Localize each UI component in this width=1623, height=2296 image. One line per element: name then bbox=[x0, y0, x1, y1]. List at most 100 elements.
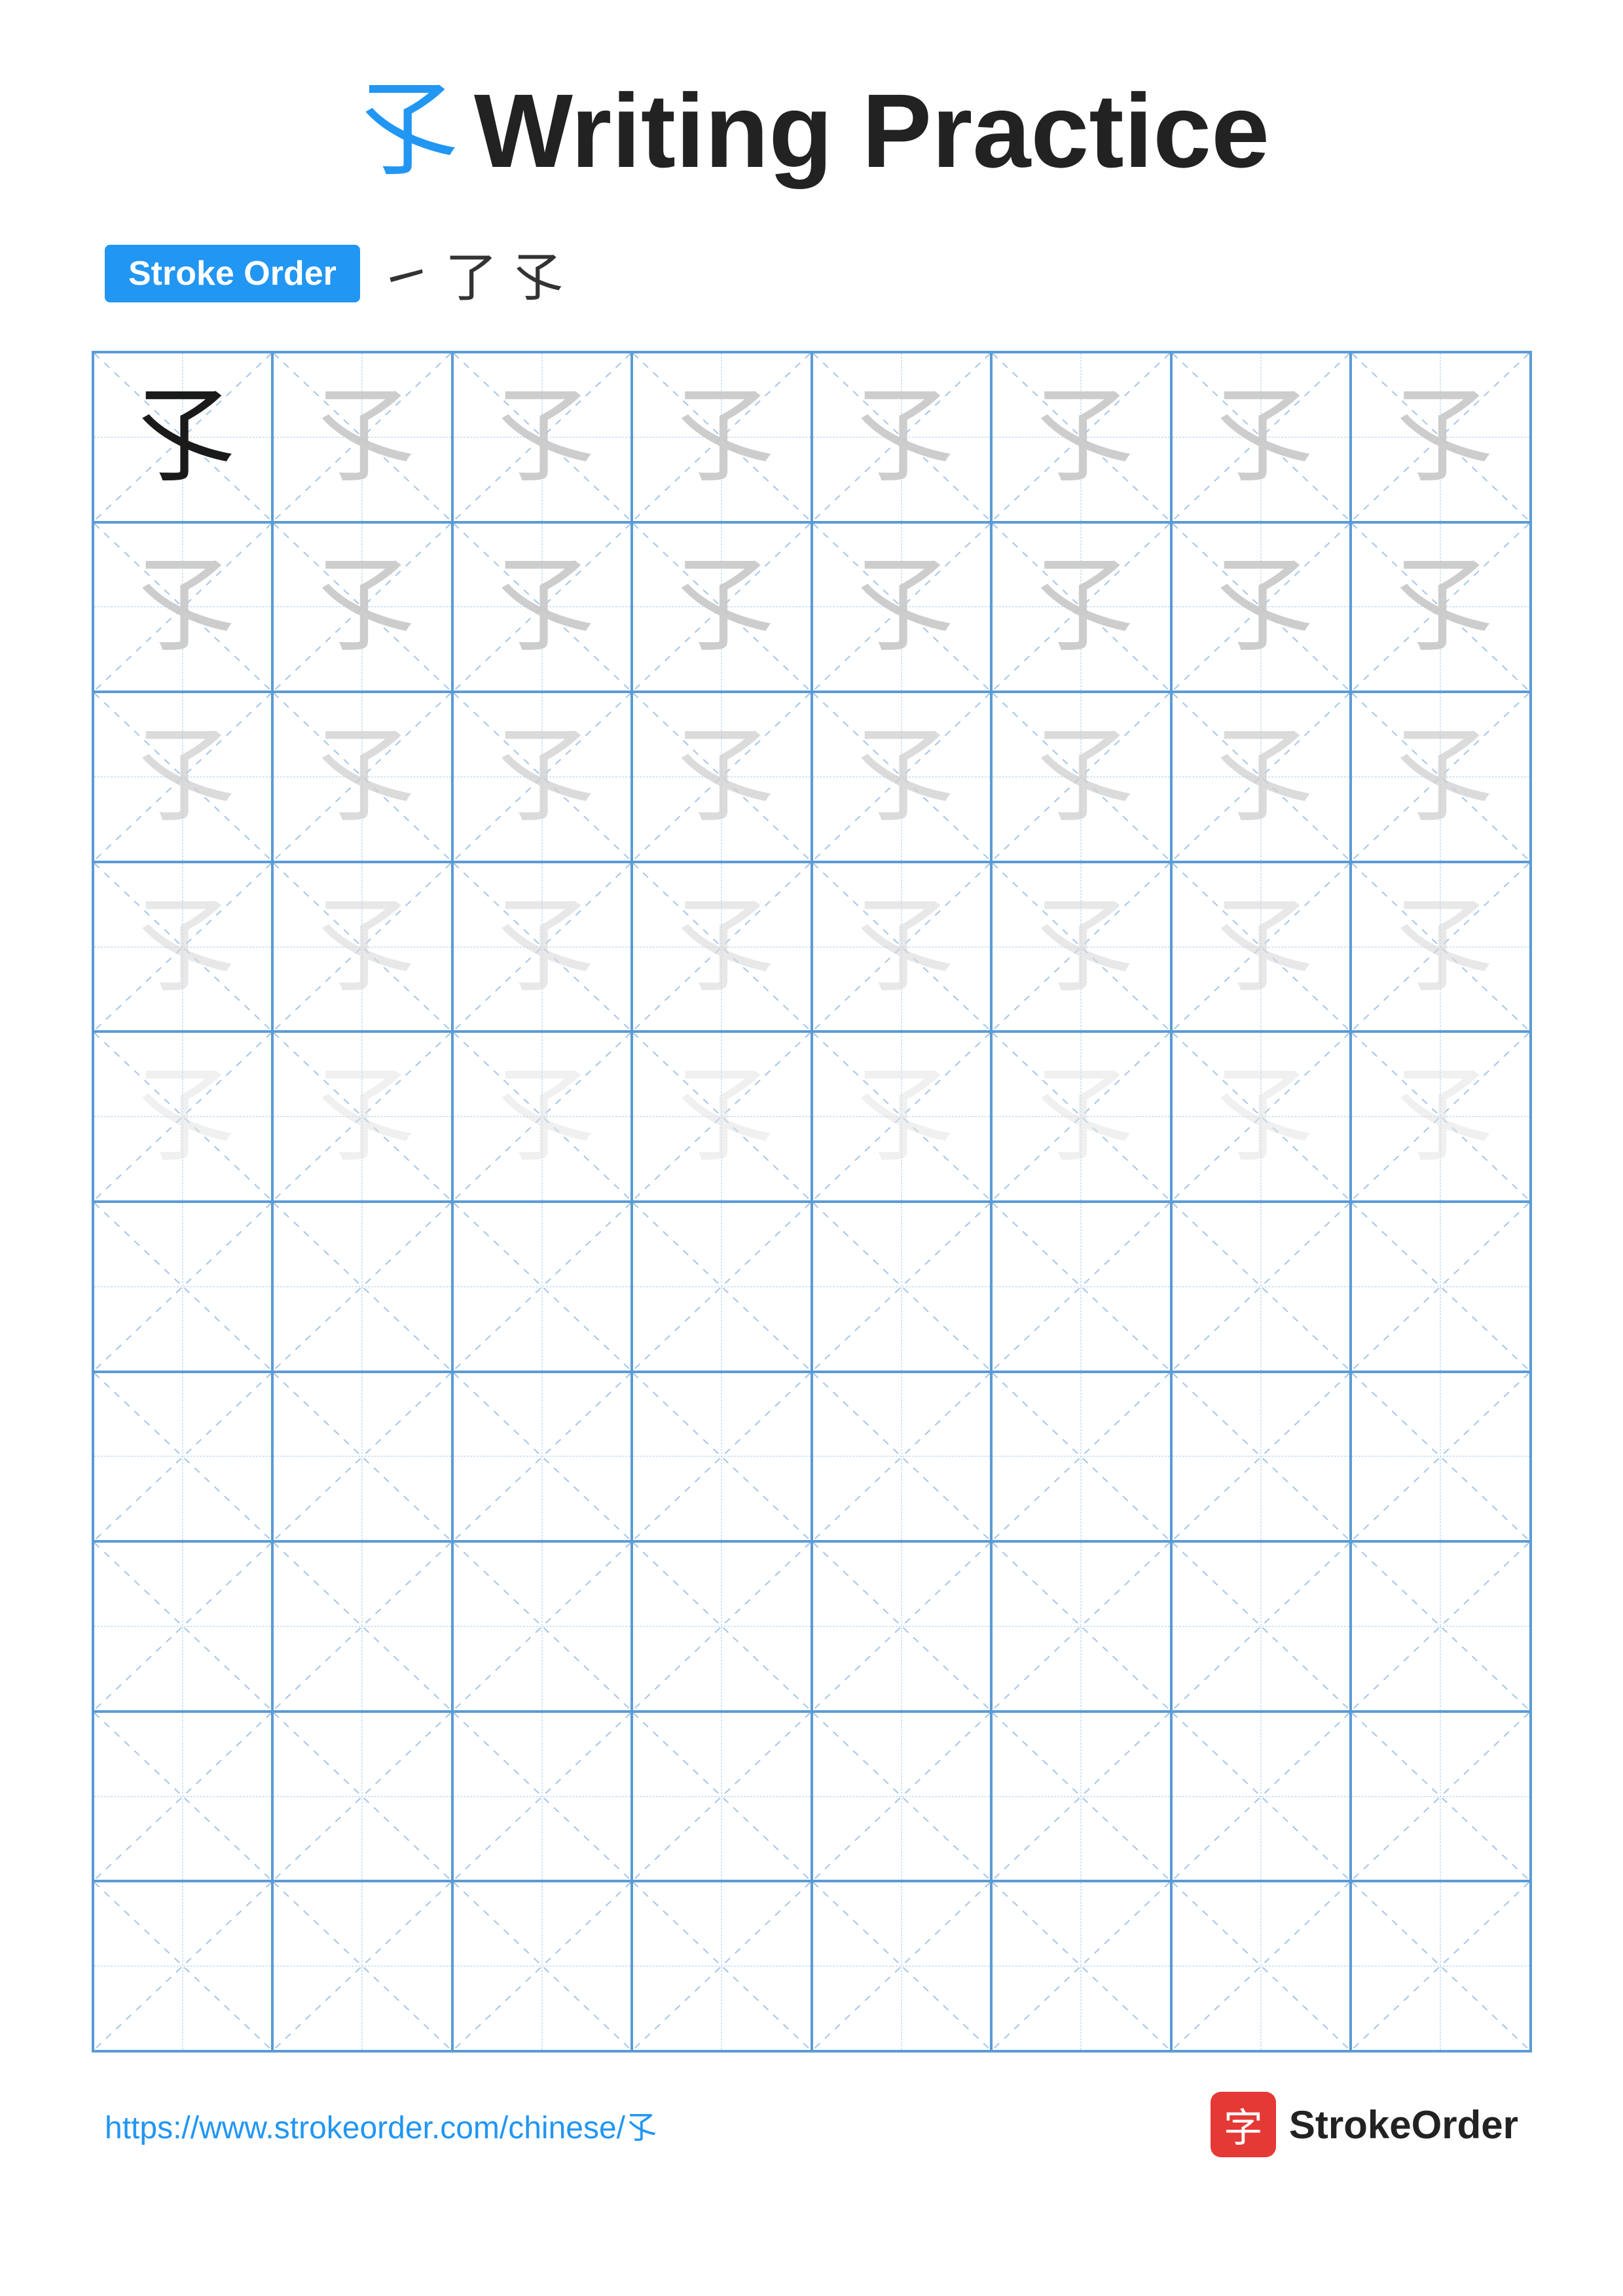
footer-url[interactable]: https://www.strokeorder.com/chinese/孓 bbox=[105, 2102, 657, 2147]
grid-cell[interactable] bbox=[1351, 1372, 1531, 1542]
grid-cell[interactable]: 孓 bbox=[1171, 862, 1351, 1032]
grid-cell[interactable] bbox=[991, 1881, 1171, 2051]
grid-cell[interactable] bbox=[991, 1712, 1171, 1882]
practice-char: 孓 bbox=[130, 554, 235, 659]
grid-cell[interactable] bbox=[1171, 1202, 1351, 1372]
grid-cell[interactable] bbox=[632, 1712, 812, 1882]
grid-cell[interactable] bbox=[632, 1372, 812, 1542]
grid-cell[interactable] bbox=[812, 1202, 992, 1372]
grid-cell[interactable] bbox=[272, 1712, 452, 1882]
grid-cell[interactable] bbox=[272, 1202, 452, 1372]
grid-cell[interactable]: 孓 bbox=[991, 692, 1171, 862]
grid-cell[interactable]: 孓 bbox=[1351, 352, 1531, 522]
grid-cell[interactable] bbox=[272, 1541, 452, 1712]
grid-cell[interactable]: 孓 bbox=[93, 862, 273, 1032]
grid-cell[interactable]: 孓 bbox=[991, 862, 1171, 1032]
grid-cell[interactable] bbox=[452, 1881, 632, 2051]
grid-cell[interactable] bbox=[452, 1372, 632, 1542]
practice-char: 孓 bbox=[1029, 554, 1133, 659]
grid-cell[interactable]: 孓 bbox=[93, 1031, 273, 1202]
practice-char: 孓 bbox=[130, 385, 235, 490]
grid-cell[interactable]: 孓 bbox=[1351, 522, 1531, 692]
grid-cell[interactable]: 孓 bbox=[452, 352, 632, 522]
grid-cell[interactable] bbox=[812, 1372, 992, 1542]
grid-cell[interactable]: 孓 bbox=[812, 1031, 992, 1202]
grid-cell[interactable]: 孓 bbox=[812, 522, 992, 692]
grid-cell[interactable] bbox=[812, 1541, 992, 1712]
grid-cell[interactable]: 孓 bbox=[632, 692, 812, 862]
practice-char: 孓 bbox=[310, 895, 414, 999]
grid-cell[interactable] bbox=[1171, 1712, 1351, 1882]
grid-cell[interactable]: 孓 bbox=[452, 522, 632, 692]
grid-cell[interactable]: 孓 bbox=[1351, 1031, 1531, 1202]
grid-cell[interactable] bbox=[272, 1372, 452, 1542]
page: 孓 Writing Practice Stroke Order ㇀ 了 孓 孓 … bbox=[0, 0, 1623, 2296]
practice-char: 孓 bbox=[490, 385, 594, 490]
practice-char: 孓 bbox=[310, 725, 414, 829]
grid-cell[interactable]: 孓 bbox=[1171, 352, 1351, 522]
practice-char: 孓 bbox=[490, 725, 594, 829]
grid-cell[interactable] bbox=[93, 1372, 273, 1542]
grid-cell[interactable]: 孓 bbox=[1171, 522, 1351, 692]
grid-cell[interactable]: 孓 bbox=[93, 352, 273, 522]
grid-cell[interactable]: 孓 bbox=[632, 352, 812, 522]
grid-cell[interactable] bbox=[1171, 1541, 1351, 1712]
grid-cell[interactable]: 孓 bbox=[1171, 1031, 1351, 1202]
grid-cell[interactable]: 孓 bbox=[991, 522, 1171, 692]
practice-char: 孓 bbox=[1029, 725, 1133, 829]
grid-cell[interactable] bbox=[812, 1712, 992, 1882]
grid-cell[interactable]: 孓 bbox=[272, 522, 452, 692]
practice-char: 孓 bbox=[1388, 385, 1493, 490]
grid-cell[interactable] bbox=[1351, 1712, 1531, 1882]
grid-cell[interactable] bbox=[1171, 1881, 1351, 2051]
grid-cell[interactable]: 孓 bbox=[632, 522, 812, 692]
grid-cell[interactable]: 孓 bbox=[812, 862, 992, 1032]
practice-char: 孓 bbox=[669, 1064, 774, 1169]
grid-cell[interactable] bbox=[632, 1202, 812, 1372]
practice-char: 孓 bbox=[849, 725, 954, 829]
grid-cell[interactable]: 孓 bbox=[991, 352, 1171, 522]
practice-char: 孓 bbox=[849, 895, 954, 999]
grid-cell[interactable]: 孓 bbox=[1171, 692, 1351, 862]
grid-cell[interactable]: 孓 bbox=[1351, 692, 1531, 862]
grid-cell[interactable]: 孓 bbox=[812, 352, 992, 522]
grid-cell[interactable] bbox=[991, 1202, 1171, 1372]
grid-cell[interactable] bbox=[991, 1541, 1171, 1712]
grid-cell[interactable] bbox=[272, 1881, 452, 2051]
grid-cell[interactable] bbox=[1351, 1881, 1531, 2051]
grid-cell[interactable]: 孓 bbox=[632, 1031, 812, 1202]
grid-cell[interactable]: 孓 bbox=[452, 862, 632, 1032]
grid-cell[interactable]: 孓 bbox=[93, 692, 273, 862]
stroke-step-2: 了 bbox=[445, 236, 498, 312]
grid-cell[interactable]: 孓 bbox=[632, 862, 812, 1032]
grid-cell[interactable] bbox=[991, 1372, 1171, 1542]
grid-cell[interactable] bbox=[1351, 1541, 1531, 1712]
grid-cell[interactable] bbox=[452, 1202, 632, 1372]
grid-cell[interactable] bbox=[93, 1712, 273, 1882]
grid-cell[interactable]: 孓 bbox=[272, 862, 452, 1032]
grid-cell[interactable]: 孓 bbox=[1351, 862, 1531, 1032]
title-area: 孓 Writing Practice bbox=[354, 79, 1269, 183]
grid-cell[interactable]: 孓 bbox=[272, 692, 452, 862]
grid-cell[interactable] bbox=[452, 1541, 632, 1712]
grid-cell[interactable]: 孓 bbox=[272, 352, 452, 522]
grid-cell[interactable] bbox=[1351, 1202, 1531, 1372]
practice-char: 孓 bbox=[1209, 385, 1313, 490]
grid-cell[interactable]: 孓 bbox=[452, 1031, 632, 1202]
grid-cell[interactable] bbox=[93, 1881, 273, 2051]
practice-char: 孓 bbox=[1209, 1064, 1313, 1169]
grid-cell[interactable]: 孓 bbox=[812, 692, 992, 862]
grid-cell[interactable] bbox=[452, 1712, 632, 1882]
grid-cell[interactable]: 孓 bbox=[272, 1031, 452, 1202]
grid-cell[interactable] bbox=[93, 1541, 273, 1712]
grid-cell[interactable] bbox=[1171, 1372, 1351, 1542]
grid-cell[interactable] bbox=[93, 1202, 273, 1372]
grid-cell[interactable]: 孓 bbox=[991, 1031, 1171, 1202]
grid-cell[interactable] bbox=[812, 1881, 992, 2051]
grid-cell[interactable] bbox=[632, 1541, 812, 1712]
grid-cell[interactable]: 孓 bbox=[452, 692, 632, 862]
grid-cell[interactable]: 孓 bbox=[93, 522, 273, 692]
practice-char: 孓 bbox=[1029, 385, 1133, 490]
stroke-step-3: 孓 bbox=[511, 236, 563, 312]
grid-cell[interactable] bbox=[632, 1881, 812, 2051]
